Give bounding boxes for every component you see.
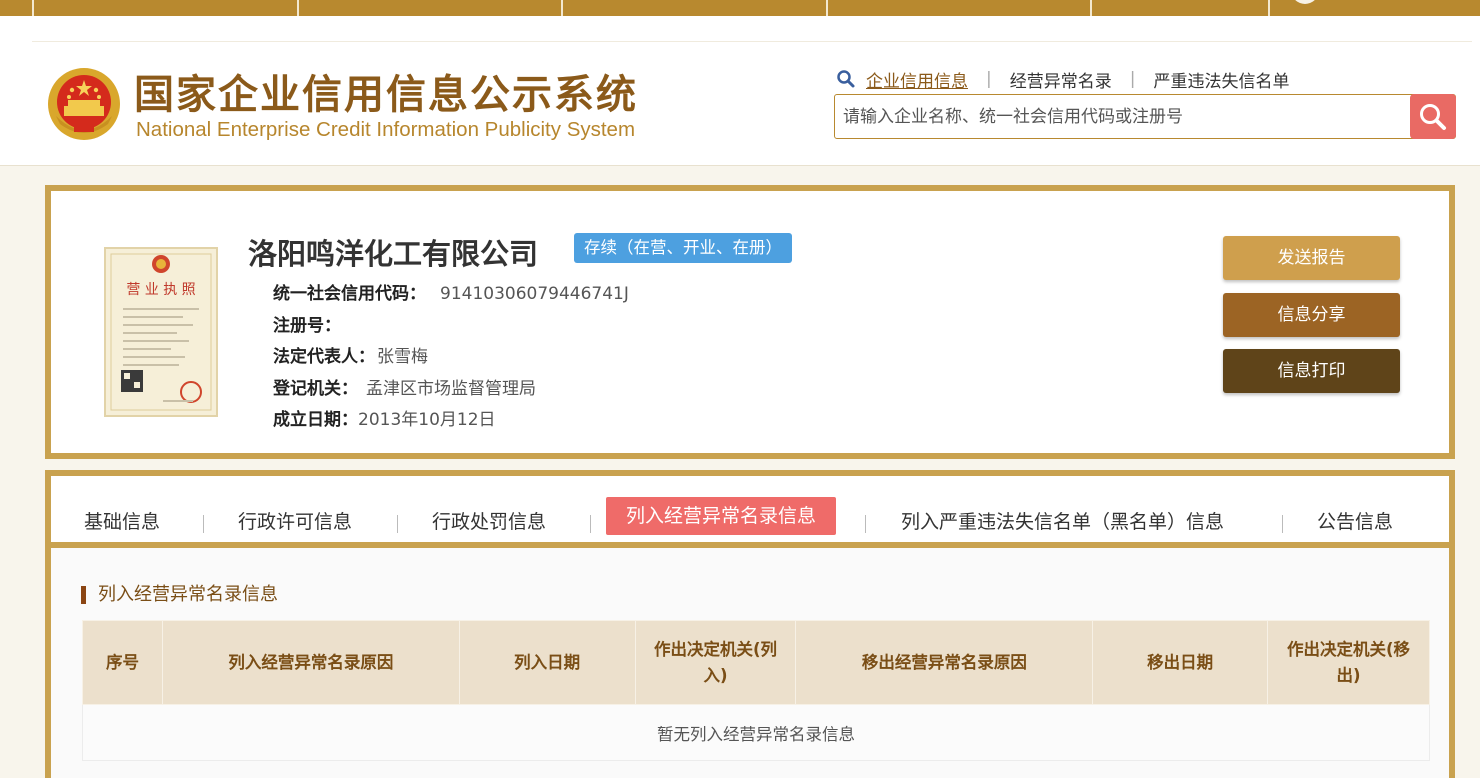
tab-divider <box>865 515 866 533</box>
tab-admin-license[interactable]: 行政许可信息 <box>238 503 352 541</box>
field-value: 孟津区市场监督管理局 <box>366 379 536 399</box>
tab-announcements[interactable]: 公告信息 <box>1317 503 1393 541</box>
tab-divider <box>397 515 398 533</box>
field-label: 成立日期： <box>273 410 358 430</box>
tab-abnormal-list[interactable]: 列入经营异常名录信息 <box>606 497 837 535</box>
search-box <box>834 94 1456 139</box>
field-label: 统一社会信用代码： <box>273 284 426 304</box>
column-header: 序号 <box>82 620 163 705</box>
field-value: 2013年10月12日 <box>358 410 496 430</box>
nav-enterprise-credit-link[interactable]: 企业信用信息 <box>866 67 968 92</box>
search-type-nav: 企业信用信息 | 经营异常名录 | 严重违法失信名单 <box>836 67 1289 92</box>
top-bar-divider <box>1268 0 1270 16</box>
top-bar-divider <box>1090 0 1092 16</box>
section-title: 列入经营异常名录信息 <box>81 586 278 604</box>
company-info-panel: 营 业 执 照 洛阳鸣洋化工有限公司 存续（在营、开业、在册） 统一社会信用代码… <box>45 185 1455 459</box>
field-value: 91410306079446741J <box>440 284 629 304</box>
empty-table-message: 暂无列入经营异常名录信息 <box>82 704 1430 761</box>
field-label: 登记机关： <box>273 379 358 399</box>
field-credit-code: 统一社会信用代码： 91410306079446741J <box>273 279 629 304</box>
search-button[interactable] <box>1410 94 1456 139</box>
table-header-row: 序号 列入经营异常名录原因 列入日期 作出决定机关(列入) 移出经营异常名录原因… <box>82 620 1430 705</box>
tab-basic-info[interactable]: 基础信息 <box>84 503 160 541</box>
header-divider <box>32 41 1472 42</box>
field-value: 张雪梅 <box>377 347 428 367</box>
column-header: 作出决定机关(列入) <box>634 620 797 705</box>
license-title: 营 业 执 照 <box>126 282 195 298</box>
abnormal-list-table: 序号 列入经营异常名录原因 列入日期 作出决定机关(列入) 移出经营异常名录原因… <box>82 620 1430 761</box>
table-row: 暂无列入经营异常名录信息 <box>82 704 1430 761</box>
nav-divider: | <box>1129 69 1136 89</box>
column-header: 列入日期 <box>458 620 636 705</box>
user-icon[interactable] <box>1291 0 1319 4</box>
top-nav-bar <box>0 0 1480 16</box>
site-title-en: National Enterprise Credit Information P… <box>136 118 636 141</box>
field-legal-rep: 法定代表人： 张雪梅 <box>273 342 428 367</box>
field-label: 注册号： <box>273 316 341 336</box>
top-bar-divider <box>826 0 828 16</box>
field-founded-date: 成立日期：2013年10月12日 <box>273 405 496 430</box>
tab-blacklist[interactable]: 列入严重违法失信名单（黑名单）信息 <box>901 503 1224 541</box>
search-icon <box>1420 103 1446 130</box>
info-tabs-panel: 基础信息 行政许可信息 行政处罚信息 列入经营异常名录信息 列入严重违法失信名单… <box>45 470 1455 778</box>
tab-bar: 基础信息 行政许可信息 行政处罚信息 列入经营异常名录信息 列入严重违法失信名单… <box>51 476 1449 548</box>
tab-divider <box>590 515 591 533</box>
send-report-button[interactable]: 发送报告 <box>1223 236 1400 280</box>
column-header: 移出经营异常名录原因 <box>795 620 1094 705</box>
search-input[interactable] <box>843 104 1403 130</box>
column-header: 作出决定机关(移出) <box>1267 620 1430 705</box>
nav-blacklist-link[interactable]: 严重违法失信名单 <box>1153 67 1289 92</box>
nav-abnormal-list-link[interactable]: 经营异常名录 <box>1010 67 1112 92</box>
field-authority: 登记机关： 孟津区市场监督管理局 <box>273 374 536 399</box>
national-emblem-icon <box>48 68 120 140</box>
column-header: 列入经营异常名录原因 <box>161 620 460 705</box>
tab-divider <box>1282 515 1283 533</box>
field-reg-number: 注册号： <box>273 311 349 336</box>
tab-admin-penalty[interactable]: 行政处罚信息 <box>432 503 546 541</box>
column-header: 移出日期 <box>1092 620 1269 705</box>
top-bar-divider <box>32 0 34 16</box>
search-icon <box>837 70 855 88</box>
company-name: 洛阳鸣洋化工有限公司 <box>248 237 539 271</box>
company-status-badge: 存续（在营、开业、在册） <box>574 233 792 263</box>
tab-divider <box>203 515 204 533</box>
field-label: 法定代表人： <box>273 347 375 367</box>
nav-divider: | <box>986 69 992 89</box>
site-title-cn: 国家企业信用信息公示系统 <box>134 72 638 118</box>
top-bar-divider <box>561 0 563 16</box>
top-bar-divider <box>297 0 299 16</box>
business-license-image: 营 业 执 照 <box>103 246 219 418</box>
share-info-button[interactable]: 信息分享 <box>1223 293 1400 337</box>
site-header: 国家企业信用信息公示系统 National Enterprise Credit … <box>0 16 1480 166</box>
print-info-button[interactable]: 信息打印 <box>1223 349 1400 393</box>
